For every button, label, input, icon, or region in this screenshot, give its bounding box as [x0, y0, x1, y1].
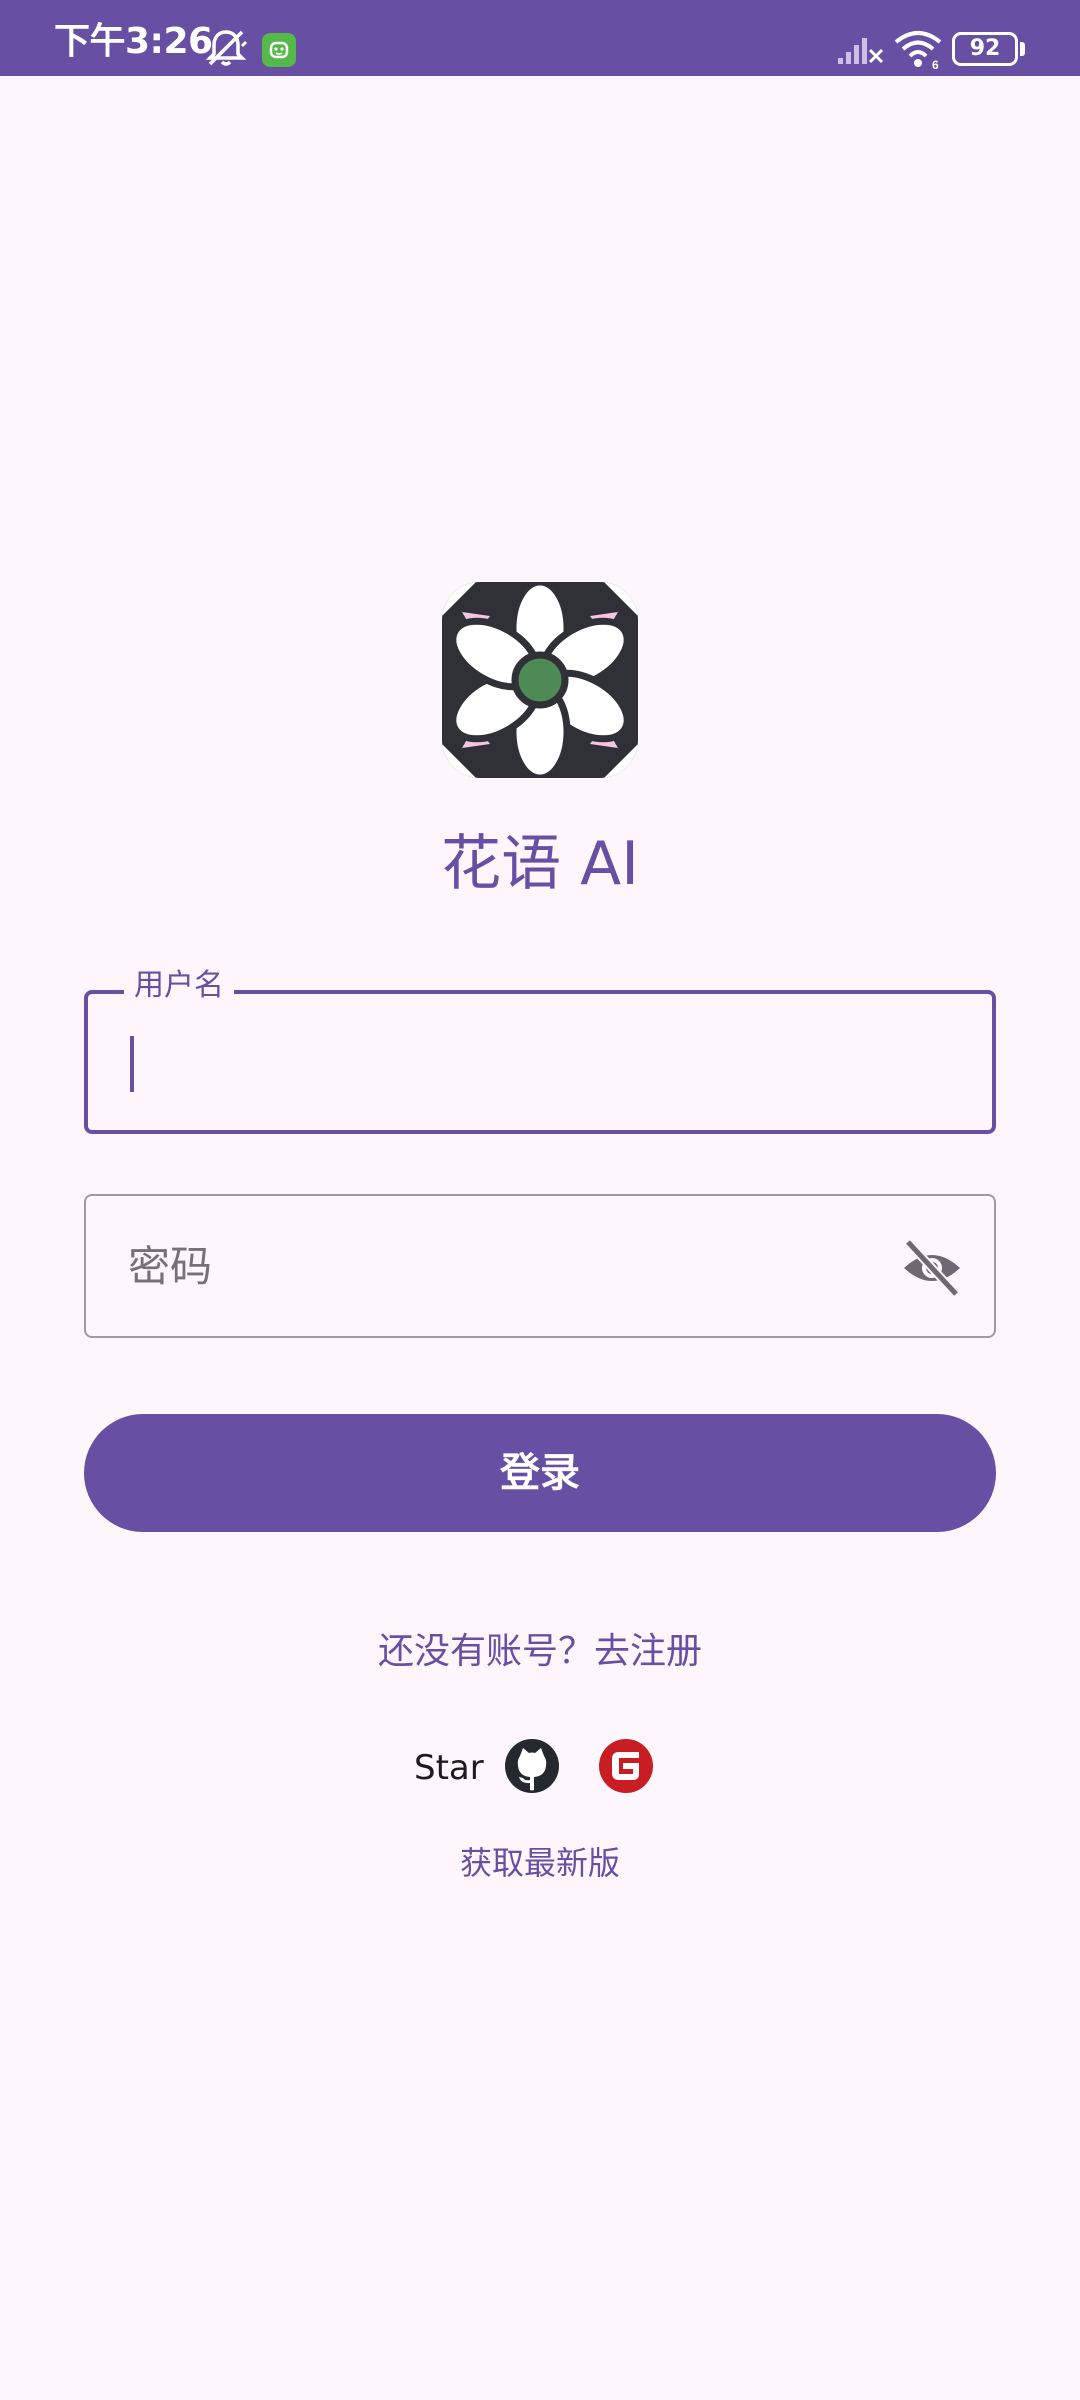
app-notification-icon: [262, 33, 296, 67]
password-field[interactable]: 密码: [84, 1194, 996, 1338]
username-field[interactable]: 用户名: [84, 966, 996, 1134]
gitee-icon[interactable]: [598, 1738, 654, 1794]
app-title: 花语 AI: [441, 829, 639, 899]
status-time: 下午3:26: [54, 21, 213, 62]
battery-tip: [1020, 42, 1025, 56]
text-cursor: [130, 1036, 134, 1092]
svg-text:6: 6: [932, 58, 939, 70]
username-label: 用户名: [124, 966, 234, 1006]
star-row: Star: [0, 1736, 1080, 1800]
wifi-icon: 6: [894, 31, 942, 70]
username-input[interactable]: [126, 1026, 906, 1098]
github-icon[interactable]: [504, 1738, 560, 1794]
cellular-signal-icon: [838, 38, 884, 64]
battery-icon: 92: [952, 32, 1018, 66]
battery-level: 92: [969, 36, 1001, 61]
status-bar: 下午3:26 6 92: [0, 0, 1080, 76]
flower-logo: [442, 582, 638, 778]
latest-version-link[interactable]: 获取最新版: [0, 1840, 1080, 1886]
bell-muted-icon: [204, 30, 248, 66]
star-label: Star: [414, 1748, 484, 1788]
login-button[interactable]: 登录: [84, 1414, 996, 1532]
register-link[interactable]: 还没有账号？去注册: [0, 1626, 1080, 1678]
password-placeholder: 密码: [128, 1242, 213, 1291]
eye-off-icon[interactable]: [900, 1236, 964, 1300]
